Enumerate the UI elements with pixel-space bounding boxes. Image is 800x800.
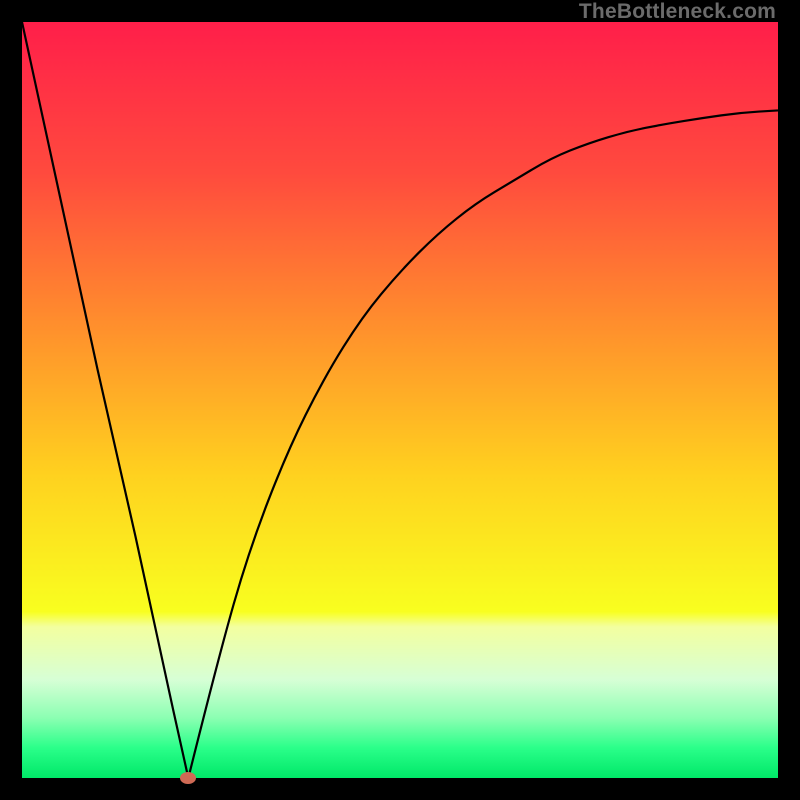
- curve-layer: [22, 22, 778, 778]
- plot-frame: [22, 22, 778, 778]
- bottleneck-curve: [22, 22, 778, 778]
- optimal-point-marker: [180, 772, 196, 784]
- watermark-text: TheBottleneck.com: [579, 0, 776, 24]
